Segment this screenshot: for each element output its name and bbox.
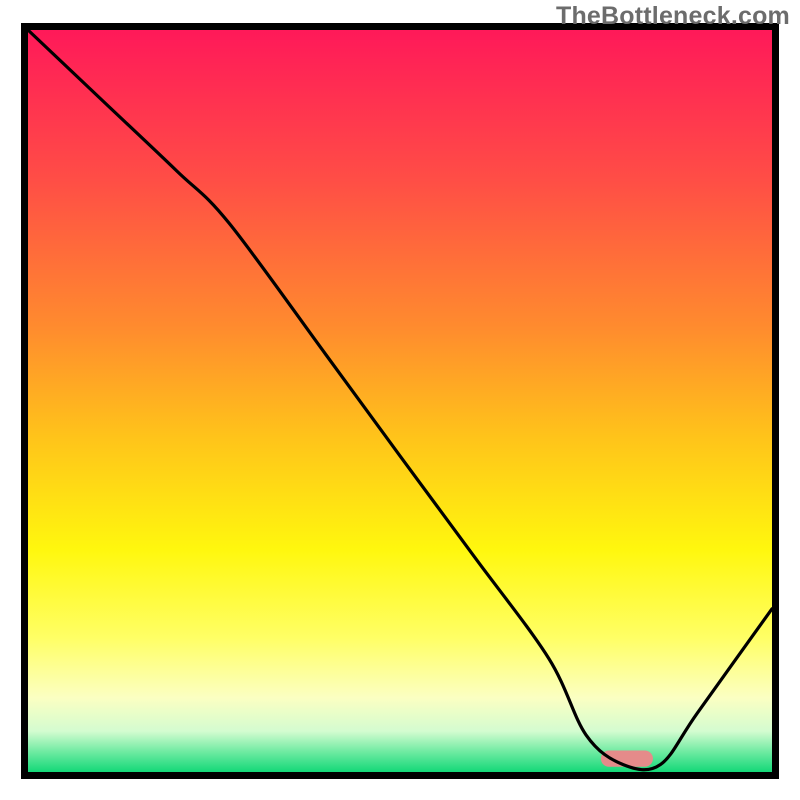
chart-container: TheBottleneck.com bbox=[0, 0, 800, 800]
gradient-background bbox=[28, 30, 772, 772]
bottleneck-chart bbox=[0, 0, 800, 800]
watermark-text: TheBottleneck.com bbox=[556, 2, 790, 31]
